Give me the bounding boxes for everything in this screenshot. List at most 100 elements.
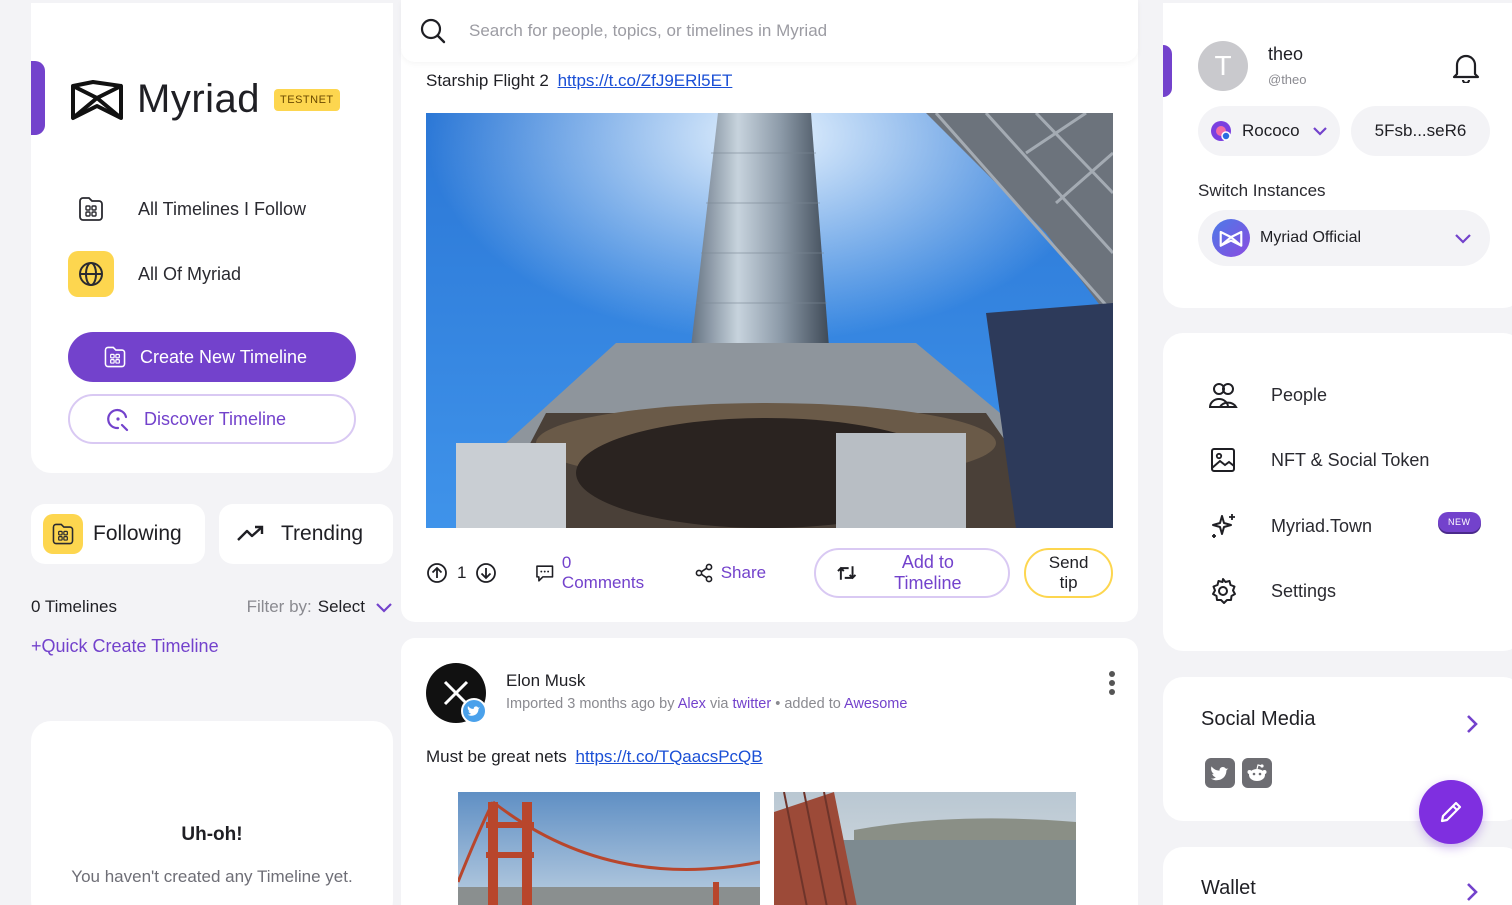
section-title: Wallet	[1201, 877, 1256, 899]
menu-item-people[interactable]: People	[1208, 381, 1327, 409]
network-name: Rococo	[1242, 121, 1300, 140]
filter-value: Select	[317, 597, 365, 616]
left-sidebar-card: Myriad TESTNET All Timelines I Follow Al…	[31, 3, 393, 473]
button-label: Discover Timeline	[144, 408, 287, 429]
meta-timeline-link[interactable]: Awesome	[844, 696, 907, 712]
send-tip-button[interactable]: Send tip	[1024, 548, 1113, 598]
brand-name: Myriad	[137, 77, 261, 121]
menu-item-label: Settings	[1271, 580, 1337, 601]
post-card: Starship Flight 2 https://t.co/ZfJ9ERl5E…	[401, 50, 1138, 622]
chevron-right-icon[interactable]	[1465, 881, 1479, 903]
sparkle-icon	[1212, 514, 1235, 538]
comment-icon	[536, 565, 554, 582]
switch-instances-label: Switch Instances	[1198, 181, 1326, 200]
share-icon	[695, 563, 713, 583]
chevron-down-icon	[1312, 127, 1327, 136]
tab-trending[interactable]: Trending	[219, 504, 393, 564]
meta-via: via	[709, 696, 729, 712]
search-icon	[420, 18, 446, 44]
tab-label: Following	[93, 522, 182, 545]
nav-item-all-of-myriad[interactable]: All Of Myriad	[68, 251, 241, 297]
post-card: Elon Musk Imported 3 months ago by Alex …	[401, 638, 1138, 905]
network-selector[interactable]: Rococo	[1198, 106, 1340, 156]
twitter-icon[interactable]	[1205, 758, 1235, 788]
menu-item-settings[interactable]: Settings	[1208, 576, 1336, 606]
post-meta: Imported 3 months ago by Alex via twitte…	[506, 696, 907, 712]
empty-title: Uh-oh!	[181, 824, 243, 845]
nav-item-label: All Of Myriad	[138, 263, 242, 284]
post-text: Must be great nets https://t.co/TQaacsPc…	[426, 747, 763, 767]
filter-label: Filter by:	[246, 597, 312, 616]
folder-grid-icon	[68, 186, 114, 232]
brand[interactable]: Myriad TESTNET	[69, 77, 340, 122]
button-label: Create New Timeline	[140, 346, 308, 367]
people-icon	[1208, 383, 1238, 408]
comments-button[interactable]: 0 Comments	[535, 553, 655, 593]
menu-item-label: Myriad.Town	[1271, 515, 1373, 536]
gear-icon	[1212, 578, 1236, 604]
comments-label: 0 Comments	[561, 553, 645, 592]
chevron-down-icon	[1455, 233, 1471, 244]
reddit-icon[interactable]	[1242, 758, 1272, 788]
nav-item-label: All Timelines I Follow	[138, 198, 307, 219]
right-menu-card: People NFT & Social Token Myriad.Town NE…	[1163, 333, 1512, 651]
rococo-network-icon	[1211, 121, 1231, 141]
notification-bell-icon[interactable]	[1451, 51, 1481, 88]
globe-icon	[68, 251, 114, 297]
post-image[interactable]	[774, 792, 1076, 905]
post-link[interactable]: https://t.co/TQaacsPcQB	[576, 747, 763, 766]
pencil-icon	[1440, 801, 1462, 823]
myriad-logo-icon	[71, 79, 123, 120]
search-input[interactable]	[469, 21, 1089, 41]
add-to-timeline-button[interactable]: Add to Timeline	[814, 548, 1011, 598]
button-label: Add to Timeline	[894, 552, 962, 593]
search-bar	[401, 0, 1138, 62]
meta-imported: Imported 3 months ago by	[506, 696, 675, 712]
share-label: Share	[720, 563, 767, 582]
meta-user-link[interactable]: Alex	[678, 696, 706, 712]
more-options-icon[interactable]	[1108, 670, 1116, 701]
filter-dropdown[interactable]: Filter by: Select	[247, 597, 393, 617]
chevron-right-icon[interactable]	[1465, 713, 1479, 735]
post-body: Must be great nets	[426, 747, 567, 766]
folder-grid-icon	[43, 514, 83, 554]
post-author[interactable]: Elon Musk	[506, 671, 585, 691]
timelines-header: 0 Timelines Filter by: Select	[31, 597, 393, 617]
section-title: Social Media	[1201, 708, 1316, 730]
post-image[interactable]	[458, 792, 760, 905]
vote-control: 1	[426, 562, 497, 584]
tab-following[interactable]: Following	[31, 504, 205, 564]
repost-icon	[837, 566, 857, 580]
menu-item-myriad-town[interactable]: Myriad.Town	[1208, 511, 1372, 541]
post-text: Starship Flight 2 https://t.co/ZfJ9ERl5E…	[426, 71, 732, 91]
instance-selector[interactable]: Myriad Official	[1198, 210, 1490, 266]
vote-count: 1	[457, 563, 467, 582]
discover-timeline-button[interactable]: Discover Timeline	[68, 394, 356, 444]
post-link[interactable]: https://t.co/ZfJ9ERl5ET	[558, 71, 733, 90]
quick-create-timeline-link[interactable]: +Quick Create Timeline	[31, 636, 219, 657]
trending-up-icon	[237, 525, 264, 541]
testnet-badge: TESTNET	[274, 88, 340, 111]
active-indicator	[31, 61, 45, 135]
meta-source-link[interactable]: twitter	[733, 696, 772, 712]
nav-item-all-timelines-i-follow[interactable]: All Timelines I Follow	[68, 186, 306, 232]
share-button[interactable]: Share	[694, 563, 766, 583]
menu-item-nft-social-token[interactable]: NFT & Social Token	[1208, 446, 1429, 474]
wallet-address-pill[interactable]: 5Fsb...seR6	[1351, 106, 1490, 156]
downvote-icon[interactable]	[475, 562, 497, 584]
empty-timelines-card: Uh-oh! You haven't created any Timeline …	[31, 721, 393, 905]
post-body: Starship Flight 2	[426, 71, 549, 90]
menu-item-label: People	[1271, 384, 1328, 405]
meta-added: • added to	[775, 696, 841, 712]
profile-name[interactable]: theo	[1268, 44, 1303, 65]
compose-post-button[interactable]	[1419, 780, 1483, 844]
instance-name: Myriad Official	[1260, 229, 1362, 246]
wallet-card: Wallet	[1163, 847, 1512, 905]
upvote-icon[interactable]	[426, 562, 448, 584]
twitter-badge-icon	[461, 698, 487, 724]
create-new-timeline-button[interactable]: Create New Timeline	[68, 332, 356, 382]
new-badge: NEW	[1438, 512, 1481, 532]
post-image[interactable]	[426, 113, 1113, 528]
profile-card: T theo @theo Rococo 5Fsb...seR6 Switch I…	[1163, 3, 1512, 308]
avatar[interactable]: T	[1198, 41, 1248, 91]
